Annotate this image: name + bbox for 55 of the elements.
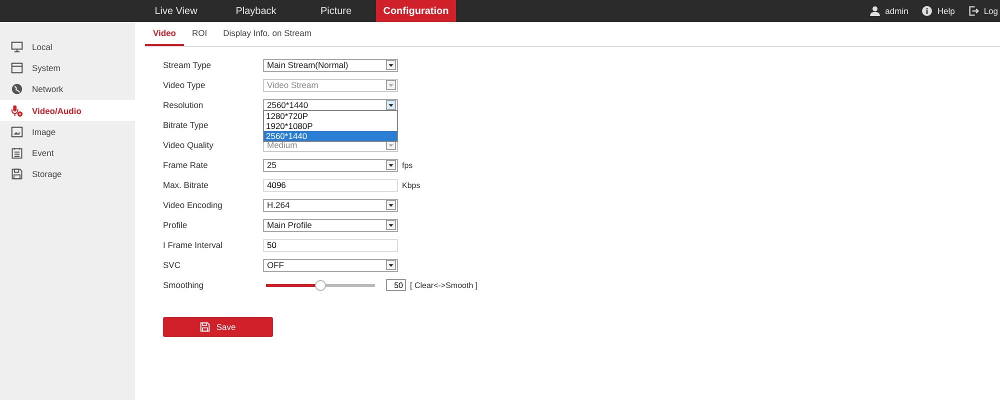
field-label: Video Encoding bbox=[163, 200, 224, 210]
user-menu-link[interactable]: Help bbox=[922, 6, 955, 16]
field-label: SVC bbox=[163, 260, 182, 270]
user-menu-link[interactable]: admin bbox=[870, 6, 908, 16]
unit-label: [ Clear<->Smooth ] bbox=[410, 280, 478, 290]
field-label: Video Quality bbox=[163, 140, 214, 150]
list-icon bbox=[11, 147, 23, 160]
input-field[interactable]: 4096 bbox=[263, 178, 398, 192]
dropdown[interactable]: OFF bbox=[263, 258, 398, 272]
field-label: Max. Bitrate bbox=[163, 180, 210, 190]
tab[interactable]: Video bbox=[145, 22, 184, 46]
save-button[interactable]: Save bbox=[163, 317, 273, 337]
field-label: Stream Type bbox=[163, 60, 212, 70]
user-icon bbox=[870, 6, 880, 16]
user-menu-link[interactable]: Log bbox=[968, 6, 998, 16]
slider-thumb[interactable] bbox=[314, 280, 326, 290]
dropdown[interactable]: Main Profile bbox=[263, 218, 398, 232]
nav-tab[interactable]: Picture bbox=[296, 0, 376, 22]
sidebar-item[interactable]: Image bbox=[0, 121, 135, 142]
unit-label: fps bbox=[402, 160, 413, 170]
image-icon bbox=[11, 126, 23, 138]
field-label: Video Type bbox=[163, 80, 206, 90]
nav-tab[interactable]: Configuration bbox=[376, 0, 456, 22]
dropdown[interactable]: H.264 bbox=[263, 198, 398, 212]
slider[interactable] bbox=[263, 280, 378, 290]
field-label: I Frame Interval bbox=[163, 240, 224, 250]
window-icon bbox=[11, 62, 23, 74]
field-label: Profile bbox=[163, 220, 188, 230]
sidebar-item[interactable]: System bbox=[0, 57, 135, 79]
sidebar-item[interactable]: Event bbox=[0, 142, 135, 164]
monitor-icon bbox=[11, 40, 23, 53]
microphone-gear-icon bbox=[11, 104, 23, 117]
tab[interactable]: ROI bbox=[184, 22, 216, 46]
value-field[interactable]: 50 bbox=[386, 279, 406, 291]
field-label: Frame Rate bbox=[163, 160, 209, 170]
sidebar-item[interactable]: Video/Audio bbox=[0, 100, 135, 122]
tab[interactable]: Display Info. on Stream bbox=[215, 22, 320, 46]
dropdown-option[interactable]: 1280*720P bbox=[264, 110, 397, 120]
dropdown-option[interactable]: 1920*1080P bbox=[264, 120, 397, 130]
sidebar-item[interactable]: Network bbox=[0, 78, 135, 100]
dropdown-option[interactable]: 2560*1440 bbox=[264, 130, 397, 140]
logout-icon bbox=[968, 6, 979, 16]
nav-tab[interactable]: Playback bbox=[216, 0, 296, 22]
field-label: Resolution bbox=[163, 100, 204, 110]
dropdown[interactable]: 25 bbox=[263, 158, 398, 172]
field-label: Smoothing bbox=[163, 280, 205, 290]
input-field[interactable]: 50 bbox=[263, 238, 398, 252]
field-label: Bitrate Type bbox=[163, 120, 210, 130]
sidebar-item[interactable]: Local bbox=[0, 36, 135, 58]
nav-tab[interactable]: Live View bbox=[136, 0, 216, 22]
help-icon bbox=[922, 6, 932, 16]
dropdown[interactable]: Main Stream(Normal) bbox=[263, 58, 398, 72]
sidebar-item[interactable]: Storage bbox=[0, 164, 135, 186]
dropdown[interactable]: 2560*1440 bbox=[263, 98, 398, 112]
unit-label: Kbps bbox=[402, 180, 420, 190]
